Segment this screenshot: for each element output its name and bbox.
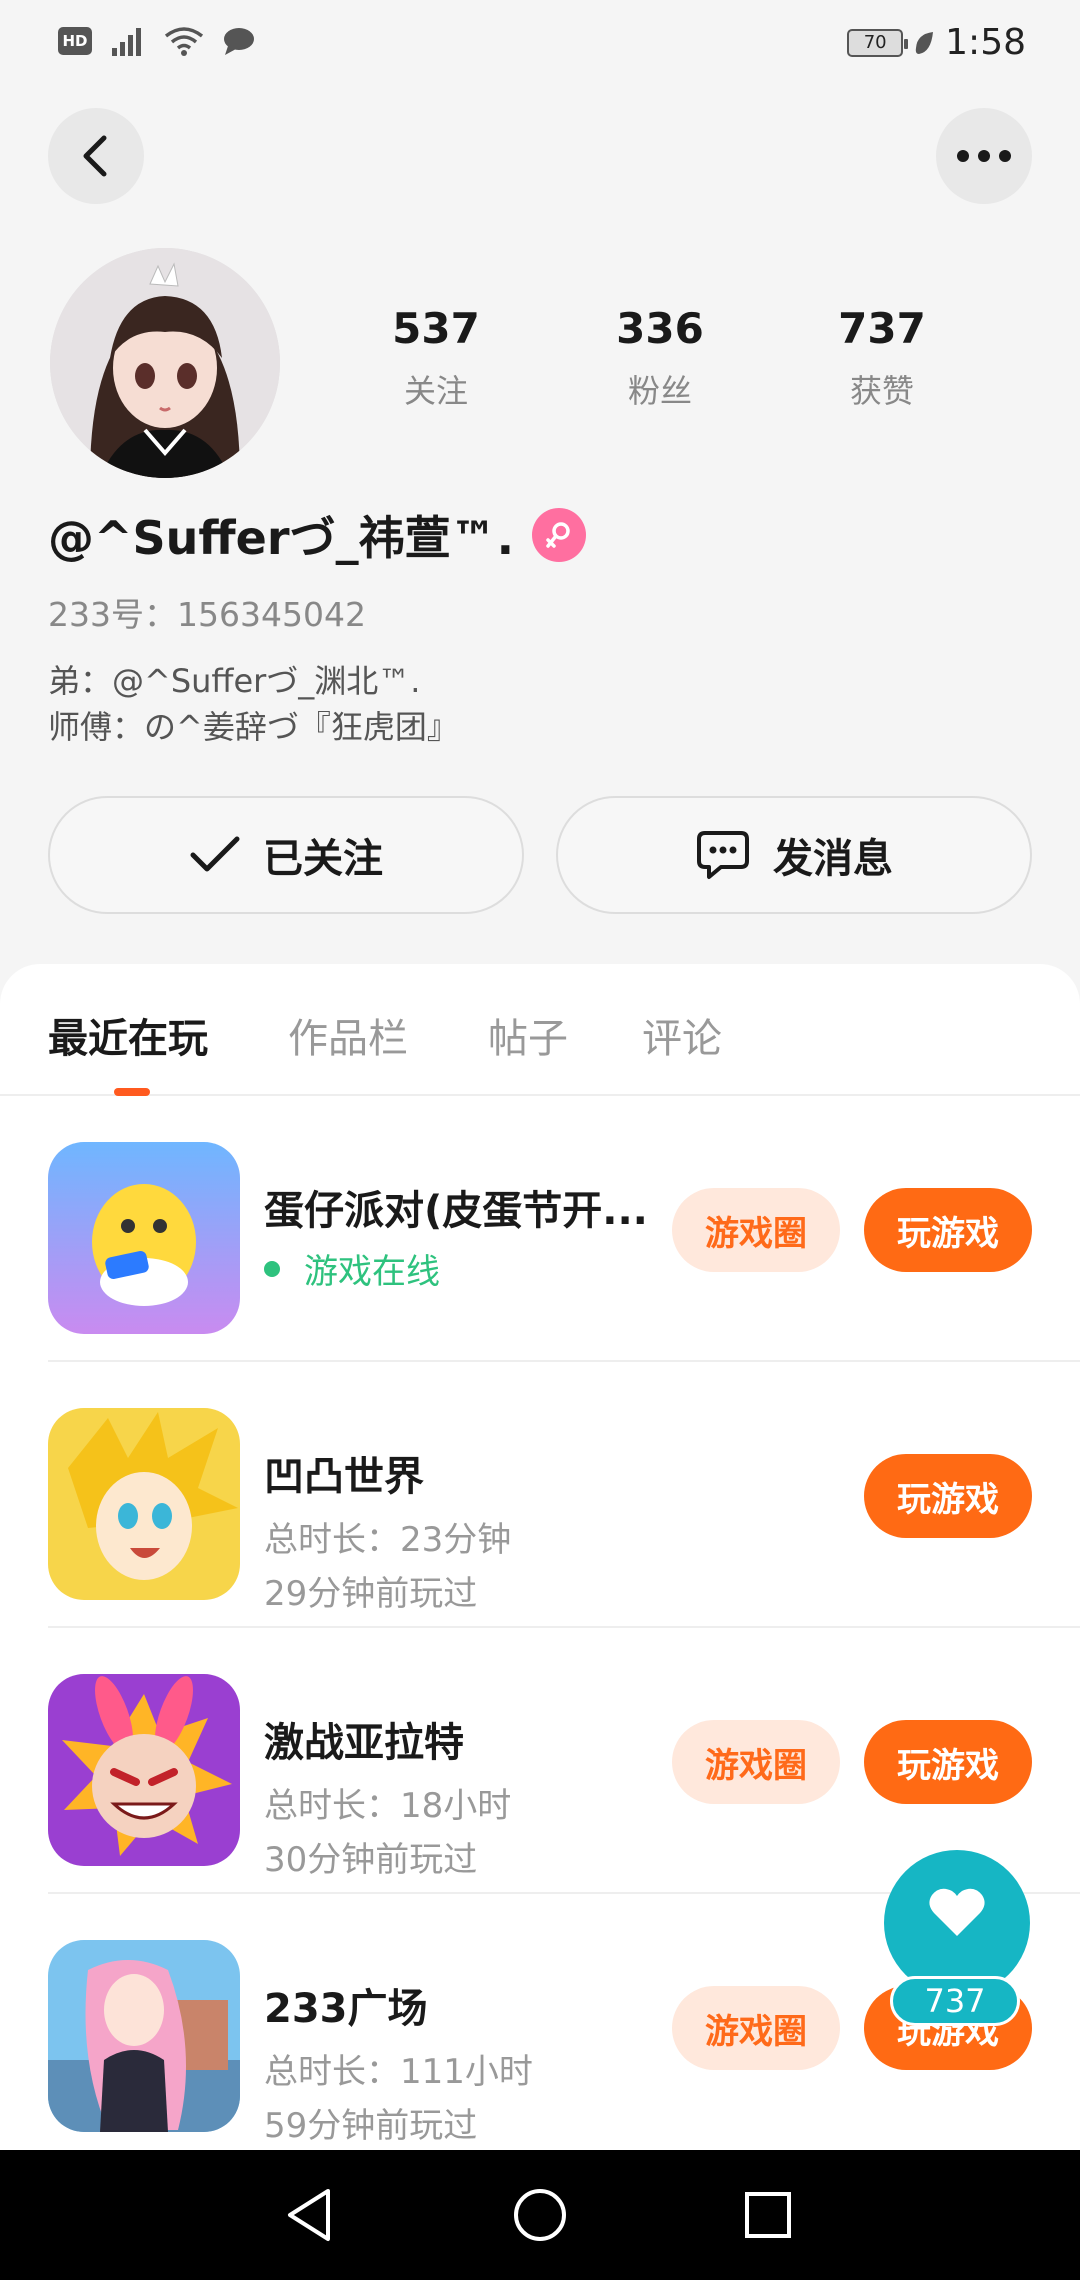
- nav-back-triangle-icon: [288, 2189, 330, 2241]
- game-icon-233-plaza[interactable]: [48, 1940, 240, 2132]
- relation-disciple: 弟：@^Sufferづ_渊北™.: [48, 662, 421, 700]
- battery-icon: 70: [847, 28, 909, 57]
- stat-following-count: 537: [392, 304, 480, 353]
- female-gender-icon: [532, 508, 587, 562]
- game-circle-button[interactable]: 游戏圈: [672, 1720, 840, 1804]
- signal-icon: [112, 28, 141, 56]
- heart-icon: [929, 1888, 985, 1936]
- stat-likes[interactable]: 737 获赞: [802, 304, 962, 412]
- stat-fans-label: 粉丝: [627, 372, 692, 411]
- game-online-status: 游戏在线: [264, 1244, 440, 1293]
- more-dots-icon: [957, 150, 1011, 162]
- tab-bar: 最近在玩 作品栏 帖子 评论: [0, 964, 1080, 1096]
- nav-home-button[interactable]: [510, 2185, 570, 2245]
- game-total-duration: 总时长：23分钟: [264, 1520, 512, 1560]
- nav-home-circle-icon: [514, 2189, 566, 2241]
- send-message-button[interactable]: 发消息: [556, 796, 1032, 914]
- game-icon-eggy-party[interactable]: [48, 1142, 240, 1334]
- user-id: 233号：156345042: [48, 595, 366, 634]
- game-row[interactable]: 凹凸世界 总时长：23分钟 29分钟前玩过 玩游戏: [48, 1362, 1080, 1628]
- status-icons-left: HD: [58, 26, 256, 56]
- game-last-played: 30分钟前玩过: [264, 1840, 478, 1880]
- status-time: 1:58: [945, 22, 1026, 63]
- username: @^Sufferづ_祎萱™.: [48, 511, 515, 565]
- game-row[interactable]: 激战亚拉特 总时长：18小时 30分钟前玩过 游戏圈 玩游戏: [48, 1628, 1080, 1894]
- status-icons-right: 70 1:58: [847, 22, 1026, 63]
- status-bar: HD 70 1:58: [0, 0, 1080, 92]
- stat-fans[interactable]: 336 粉丝: [580, 304, 740, 412]
- tab-active-indicator: [114, 1088, 150, 1096]
- game-total-duration: 总时长：111小时: [264, 2052, 533, 2092]
- tab-works[interactable]: 作品栏: [288, 1006, 408, 1064]
- avatar-image: [50, 248, 280, 478]
- floating-like-button[interactable]: [884, 1850, 1030, 1996]
- tab-comments[interactable]: 评论: [642, 1006, 722, 1064]
- hd-badge: HD: [58, 27, 92, 55]
- back-arrow-icon: [83, 135, 107, 177]
- system-nav-bar: [0, 2150, 1080, 2280]
- floating-like-count: 737: [890, 1976, 1020, 2026]
- followed-label: 已关注: [263, 836, 383, 882]
- play-game-button[interactable]: 玩游戏: [864, 1454, 1032, 1538]
- game-title: 凹凸世界: [264, 1454, 424, 1500]
- avatar[interactable]: [50, 248, 280, 478]
- send-message-label: 发消息: [773, 836, 893, 882]
- game-circle-button[interactable]: 游戏圈: [672, 1188, 840, 1272]
- back-button[interactable]: [48, 108, 144, 204]
- game-icon-ultraman-battle[interactable]: [48, 1674, 240, 1866]
- stat-following[interactable]: 537 关注: [356, 304, 516, 412]
- nav-back-button[interactable]: [280, 2185, 340, 2245]
- stat-fans-count: 336: [616, 304, 704, 353]
- game-title: 233广场: [264, 1986, 428, 2032]
- play-game-button[interactable]: 玩游戏: [864, 1720, 1032, 1804]
- game-title: 蛋仔派对(皮蛋节开...: [264, 1188, 648, 1234]
- stat-likes-label: 获赞: [849, 372, 914, 411]
- wifi-icon: [164, 27, 204, 56]
- nav-recents-button[interactable]: [738, 2185, 798, 2245]
- game-last-played: 29分钟前玩过: [264, 1574, 478, 1614]
- stat-following-label: 关注: [403, 372, 468, 411]
- followed-button[interactable]: 已关注: [48, 796, 524, 914]
- play-game-button[interactable]: 玩游戏: [864, 1188, 1032, 1272]
- relation-master: 师傅：の^姜辞づ『狂虎团』: [48, 708, 459, 746]
- game-total-duration: 总时长：18小时: [264, 1786, 512, 1826]
- username-row: @^Sufferづ_祎萱™.: [48, 502, 587, 568]
- chat-notification-icon: [224, 28, 254, 55]
- message-icon: [697, 831, 749, 879]
- checkmark-icon: [190, 836, 240, 872]
- more-button[interactable]: [936, 108, 1032, 204]
- stat-likes-count: 737: [838, 304, 926, 353]
- game-last-played: 59分钟前玩过: [264, 2106, 478, 2146]
- game-icon-aotu-world[interactable]: [48, 1408, 240, 1600]
- tab-posts[interactable]: 帖子: [488, 1006, 568, 1064]
- leaf-icon: [915, 31, 934, 54]
- online-dot-icon: [264, 1260, 280, 1277]
- online-label: 游戏在线: [304, 1252, 440, 1292]
- game-row[interactable]: 蛋仔派对(皮蛋节开... 游戏在线 游戏圈 玩游戏: [48, 1096, 1080, 1362]
- game-title: 激战亚拉特: [264, 1720, 464, 1766]
- nav-recents-square-icon: [745, 2192, 791, 2238]
- game-circle-button[interactable]: 游戏圈: [672, 1986, 840, 2070]
- tab-recently-played[interactable]: 最近在玩: [48, 1006, 208, 1064]
